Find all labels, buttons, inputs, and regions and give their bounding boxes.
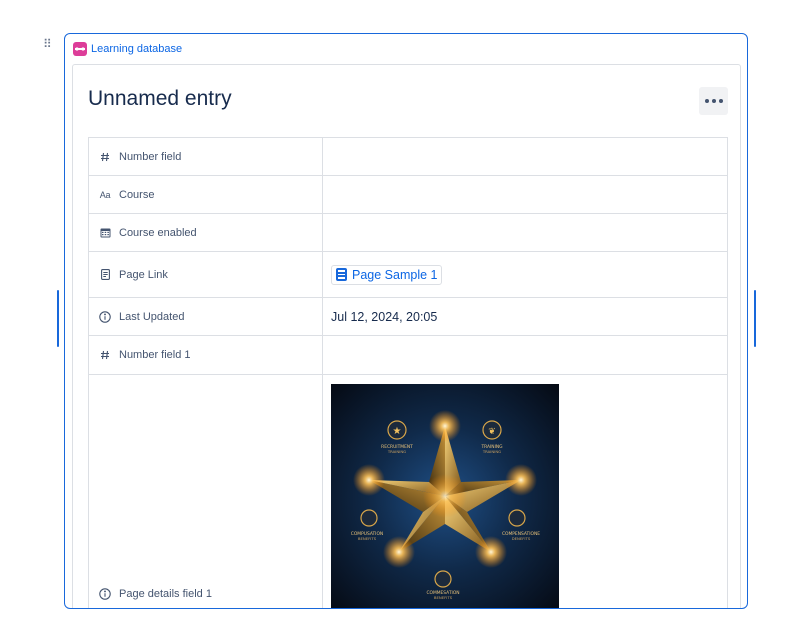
fields-table: Number field Aa Course Course enabled Pa…: [88, 137, 728, 608]
field-label-cell: Number field 1: [89, 336, 323, 374]
field-row-number-field-1[interactable]: Number field 1: [89, 336, 727, 375]
field-value[interactable]: [323, 336, 727, 374]
field-label-cell: Course enabled: [89, 214, 323, 251]
image-label-top-left-sub: TRAINING: [387, 449, 406, 454]
more-dot: [711, 99, 716, 103]
field-name: Page Link: [119, 268, 168, 281]
database-embed: Learning database Unnamed entry Number f…: [64, 33, 748, 609]
field-row-page-link[interactable]: Page Link Page Sample 1: [89, 252, 727, 298]
resize-handle-left[interactable]: [57, 290, 59, 347]
more-actions-icon: [704, 99, 709, 103]
resize-handle-right[interactable]: [754, 290, 756, 347]
svg-text:❦: ❦: [488, 427, 496, 437]
image-label-mid-left-sub: BENEFITS: [358, 536, 377, 541]
page-icon: [99, 269, 111, 281]
field-row-number-field[interactable]: Number field: [89, 138, 727, 176]
field-label-cell: Aa Course: [89, 176, 323, 213]
entry-card: Unnamed entry Number field Aa Course Cou…: [72, 64, 741, 608]
calendar-icon: [99, 227, 111, 239]
star-infographic-image[interactable]: ★ ❦ RECRUITMENT TRAINING TRAINING TRAINI…: [331, 384, 559, 608]
image-label-mid-right-sub: DENEFITS: [512, 536, 531, 541]
field-name: Last Updated: [119, 310, 185, 323]
info-icon: [99, 310, 111, 323]
page-link-chip[interactable]: Page Sample 1: [331, 264, 443, 285]
field-name: Course enabled: [119, 226, 197, 239]
field-name: Course: [119, 188, 155, 201]
field-value[interactable]: [323, 138, 727, 175]
field-value: ★ ❦ RECRUITMENT TRAINING TRAINING TRAINI…: [323, 375, 727, 608]
field-value[interactable]: [323, 214, 727, 251]
field-row-last-updated[interactable]: Last Updated Jul 12, 2024, 20:05: [89, 298, 727, 336]
database-link[interactable]: Learning database: [73, 41, 182, 57]
number-icon: [99, 151, 111, 163]
field-label-cell: Number field: [89, 138, 323, 175]
more-dot: [718, 99, 723, 103]
image-label-top-right-sub: TRAINING: [482, 449, 501, 454]
field-label-cell: Last Updated: [89, 298, 323, 335]
field-row-page-details-field-1[interactable]: Page details field 1 ★ ❦ RECRUITMENT TRA…: [89, 375, 727, 608]
field-label-cell: Page Link: [89, 252, 323, 297]
field-value: Jul 12, 2024, 20:05: [331, 309, 438, 324]
field-name: Number field 1: [119, 349, 191, 361]
field-row-course[interactable]: Aa Course: [89, 176, 727, 214]
field-value[interactable]: [323, 176, 727, 213]
field-row-course-enabled[interactable]: Course enabled: [89, 214, 727, 252]
svg-text:★: ★: [393, 426, 402, 437]
field-label-cell: Page details field 1: [89, 375, 323, 608]
page-link-label[interactable]: Page Sample 1: [352, 268, 437, 282]
field-value: Page Sample 1: [323, 252, 727, 297]
field-name: Number field: [119, 150, 182, 163]
number-icon: [99, 349, 111, 361]
entry-title[interactable]: Unnamed entry: [88, 87, 232, 111]
database-icon: [73, 42, 87, 56]
text-icon: Aa: [99, 189, 111, 200]
confluence-page-icon: [336, 268, 347, 281]
image-label-bottom-sub: BENEFITS: [434, 595, 453, 600]
drag-handle-icon[interactable]: ⠿: [43, 38, 52, 50]
database-name[interactable]: Learning database: [91, 43, 182, 55]
info-icon: [99, 588, 111, 600]
more-actions-button[interactable]: [699, 87, 728, 115]
field-name: Page details field 1: [119, 588, 212, 600]
